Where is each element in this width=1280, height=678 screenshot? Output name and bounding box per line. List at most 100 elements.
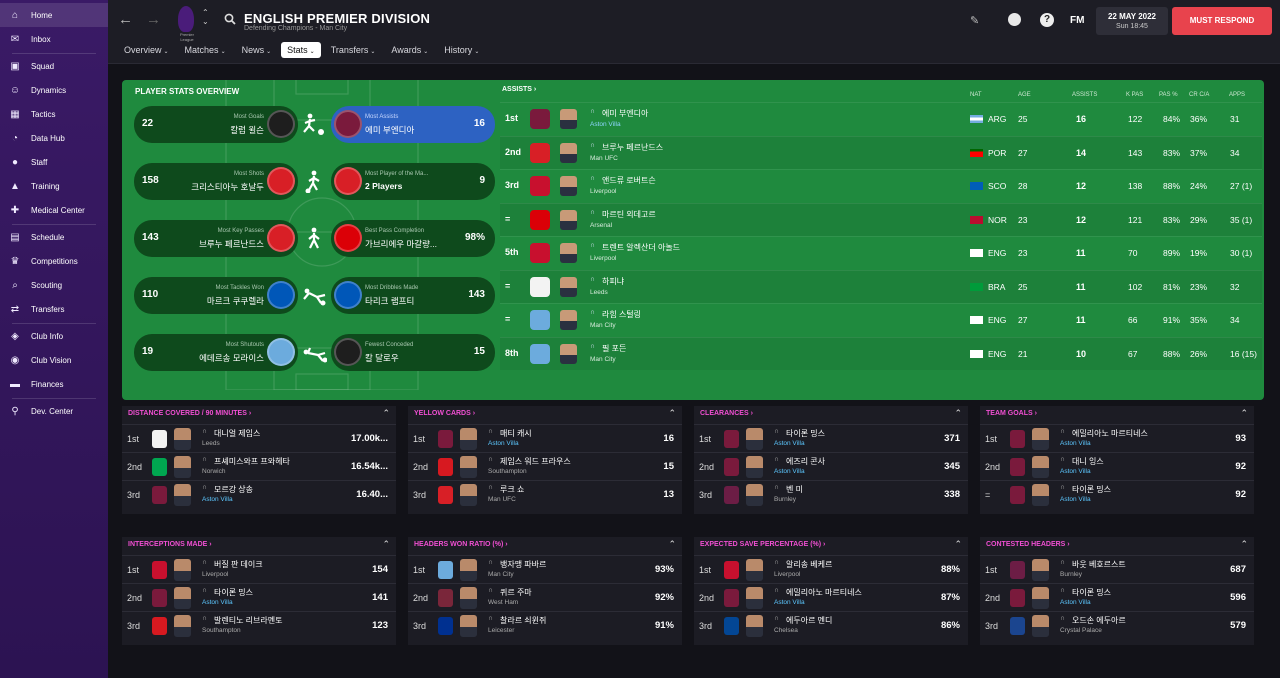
list-item[interactable]: 3rd ∩ 루크 쇼 Man UFC 13 <box>408 480 682 508</box>
list-item[interactable]: 2nd ∩ 퀴르 주마 West Ham 92% <box>408 583 682 611</box>
col-header-kpas[interactable]: K PAS <box>1126 92 1143 98</box>
stat-pill-left[interactable]: 22 Most Goals 칼럼 윌슨 <box>134 106 298 143</box>
list-item[interactable]: 3rd ∩ 찰라르 쇠윈쥐 Leicester 91% <box>408 611 682 639</box>
stat-pill-right[interactable]: 15 Fewest Conceded 칼 달로우 <box>331 334 495 371</box>
list-item[interactable]: 2nd ∩ 제임스 워드 프라우스 Southampton 15 <box>408 452 682 480</box>
tab-history[interactable]: History ⌄ <box>438 42 485 58</box>
collapse-caret-icon[interactable]: ⌃ <box>668 408 676 419</box>
list-item[interactable]: 3rd ∩ 모르강 상송 Aston Villa 16.40... <box>122 480 396 508</box>
stat-pill-left[interactable]: 143 Most Key Passes 브루누 페르난드스 <box>134 220 298 257</box>
sidebar-item-dynamics[interactable]: ☺ Dynamics <box>0 78 108 102</box>
col-header-age[interactable]: AGE <box>1018 92 1031 98</box>
stat-pill-right[interactable]: 16 Most Assists 에미 부엔디아 <box>331 106 495 143</box>
card-title[interactable]: INTERCEPTIONS MADE › <box>128 541 212 548</box>
pencil-icon[interactable]: ✎ <box>970 14 979 27</box>
tab-awards[interactable]: Awards ⌄ <box>385 42 434 58</box>
sidebar-item-medical-center[interactable]: ✚ Medical Center <box>0 198 108 222</box>
table-row[interactable]: 8th ∩ 필 포든 Man City ENG 21 10 67 88% 26% 16 (15) <box>500 336 1262 370</box>
sidebar-item-finances[interactable]: ▬ Finances <box>0 372 108 396</box>
card-title[interactable]: TEAM GOALS › <box>986 410 1037 417</box>
sidebar-item-inbox[interactable]: ✉ Inbox <box>0 27 108 51</box>
fm-logo[interactable]: FM <box>1070 15 1084 26</box>
list-item[interactable]: 2nd ∩ 대니 잉스 Aston Villa 92 <box>980 452 1254 480</box>
sidebar-item-data-hub[interactable]: ◔ Data Hub <box>0 126 108 150</box>
collapse-caret-icon[interactable]: ⌃ <box>382 539 390 550</box>
stat-pill-left[interactable]: 110 Most Tackles Won 마르크 쿠쿠렐라 <box>134 277 298 314</box>
sidebar-item-staff[interactable]: ● Staff <box>0 150 108 174</box>
card-title[interactable]: CLEARANCES › <box>700 410 753 417</box>
list-item[interactable]: 2nd ∩ 에밀리아노 마르티네스 Aston Villa 87% <box>694 583 968 611</box>
list-item[interactable]: 1st ∩ 에밀리아노 마르티네스 Aston Villa 93 <box>980 424 1254 452</box>
sidebar-item-tactics[interactable]: ▦ Tactics <box>0 102 108 126</box>
sidebar-item-dev-center[interactable]: ⚲ Dev. Center <box>0 399 108 423</box>
table-row[interactable]: 2nd ∩ 브루누 페르난드스 Man UFC POR 27 14 143 83% 37% 34 <box>500 135 1262 169</box>
list-item[interactable]: 1st ∩ 바웃 베호르스트 Burnley 687 <box>980 555 1254 583</box>
tab-matches[interactable]: Matches ⌄ <box>179 42 232 58</box>
stat-pill-right[interactable]: 143 Most Dribbles Made 타리크 램프티 <box>331 277 495 314</box>
card-title[interactable]: CONTESTED HEADERS › <box>986 541 1070 548</box>
stat-pill-left[interactable]: 19 Most Shutouts 에데르송 모라이스 <box>134 334 298 371</box>
collapse-caret-icon[interactable]: ⌃ <box>382 408 390 419</box>
tab-stats[interactable]: Stats ⌄ <box>281 42 321 58</box>
list-item[interactable]: 2nd ∩ 프셰미스와프 프와헤타 Norwich 16.54k... <box>122 452 396 480</box>
assists-section-title[interactable]: ASSISTS › <box>502 86 536 93</box>
collapse-caret-icon[interactable]: ⌃ <box>1240 539 1248 550</box>
table-row[interactable]: = ∩ 하피냐 Leeds BRA 25 11 102 81% 23% 32 <box>500 269 1262 303</box>
card-title[interactable]: HEADERS WON RATIO (%) › <box>414 541 508 548</box>
table-row[interactable]: = ∩ 라힘 스털링 Man City ENG 27 11 66 91% 35% 34 <box>500 303 1262 336</box>
list-item[interactable]: 2nd ∩ 타이론 밍스 Aston Villa 596 <box>980 583 1254 611</box>
list-item[interactable]: 1st ∩ 뱅자맹 파바르 Man City 93% <box>408 555 682 583</box>
table-row[interactable]: 3rd ∩ 앤드류 로버트슨 Liverpool SCO 28 12 138 88% 24% 27 … <box>500 169 1262 202</box>
list-item[interactable]: 1st ∩ 매티 캐시 Aston Villa 16 <box>408 424 682 452</box>
col-header-nat[interactable]: NAT <box>970 92 982 98</box>
list-item[interactable]: 3rd ∩ 에두아르 멘디 Chelsea 86% <box>694 611 968 639</box>
col-header-pas[interactable]: PAS % <box>1159 92 1178 98</box>
list-item[interactable]: 3rd ∩ 벤 미 Burnley 338 <box>694 480 968 508</box>
list-item[interactable]: 1st ∩ 알리송 베케르 Liverpool 88% <box>694 555 968 583</box>
competition-switch-icon[interactable]: ⌃ ⌄ <box>202 8 209 26</box>
sidebar-item-squad[interactable]: ▣ Squad <box>0 54 108 78</box>
sidebar-item-competitions[interactable]: ♛ Competitions <box>0 249 108 273</box>
back-arrow-icon[interactable]: ← <box>118 11 133 28</box>
collapse-caret-icon[interactable]: ⌃ <box>668 539 676 550</box>
list-item[interactable]: 3rd ∩ 발렌티노 리브라멘토 Southampton 123 <box>122 611 396 639</box>
table-row[interactable]: 5th ∩ 트렌트 알렉산더 아놀드 Liverpool ENG 23 11 70 89% 19%… <box>500 236 1262 269</box>
tab-news[interactable]: News ⌄ <box>236 42 278 58</box>
sidebar-item-home[interactable]: ⌂ Home <box>0 3 108 27</box>
list-item[interactable]: = ∩ 타이론 밍스 Aston Villa 92 <box>980 480 1254 508</box>
stat-pill-right[interactable]: 98% Best Pass Completion 가브리에우 마갈량... <box>331 220 495 257</box>
table-row[interactable]: = ∩ 마르틴 외데고르 Arsenal NOR 23 12 121 83% 29% 35 (1) <box>500 202 1262 236</box>
stat-pill-left[interactable]: 158 Most Shots 크리스티아누 호날두 <box>134 163 298 200</box>
card-title[interactable]: DISTANCE COVERED / 90 MINUTES › <box>128 410 251 417</box>
must-respond-button[interactable]: MUST RESPOND <box>1172 7 1272 35</box>
list-item[interactable]: 2nd ∩ 타이론 밍스 Aston Villa 141 <box>122 583 396 611</box>
search-icon[interactable] <box>224 13 236 25</box>
col-header-crca[interactable]: CR C/A <box>1189 92 1209 98</box>
collapse-caret-icon[interactable]: ⌃ <box>954 539 962 550</box>
forward-arrow-icon[interactable]: → <box>146 11 161 28</box>
collapse-caret-icon[interactable]: ⌃ <box>954 408 962 419</box>
sidebar-item-schedule[interactable]: ▤ Schedule <box>0 225 108 249</box>
football-icon[interactable] <box>1008 13 1021 26</box>
date-continue-button[interactable]: 22 MAY 2022 Sun 18:45 <box>1096 7 1168 35</box>
list-item[interactable]: 1st ∩ 버질 판 데이크 Liverpool 154 <box>122 555 396 583</box>
list-item[interactable]: 1st ∩ 대니얼 제임스 Leeds 17.00k... <box>122 424 396 452</box>
collapse-caret-icon[interactable]: ⌃ <box>1240 408 1248 419</box>
table-row[interactable]: 1st ∩ 에미 부엔디아 Aston Villa ARG 25 16 122 84% 36% 31 <box>500 102 1262 135</box>
stat-pill-right[interactable]: 9 Most Player of the Ma... 2 Players <box>331 163 495 200</box>
sidebar-item-training[interactable]: ▲ Training <box>0 174 108 198</box>
sidebar-item-club-info[interactable]: ◈ Club Info <box>0 324 108 348</box>
sidebar-item-scouting[interactable]: ⌕ Scouting <box>0 273 108 297</box>
list-item[interactable]: 2nd ∩ 에즈리 콘사 Aston Villa 345 <box>694 452 968 480</box>
col-header-apps[interactable]: APPS <box>1229 92 1245 98</box>
sidebar-item-club-vision[interactable]: ◉ Club Vision <box>0 348 108 372</box>
sidebar-item-transfers[interactable]: ⇄ Transfers <box>0 297 108 321</box>
list-item[interactable]: 1st ∩ 타이론 밍스 Aston Villa 371 <box>694 424 968 452</box>
list-item[interactable]: 3rd ∩ 오드손 에두아르 Crystal Palace 579 <box>980 611 1254 639</box>
col-header-assists[interactable]: ASSISTS <box>1072 92 1097 98</box>
card-title[interactable]: EXPECTED SAVE PERCENTAGE (%) › <box>700 541 825 548</box>
tab-transfers[interactable]: Transfers ⌄ <box>325 42 382 58</box>
card-title[interactable]: YELLOW CARDS › <box>414 410 475 417</box>
help-icon[interactable]: ? <box>1040 13 1054 27</box>
tab-overview[interactable]: Overview ⌄ <box>118 42 175 58</box>
